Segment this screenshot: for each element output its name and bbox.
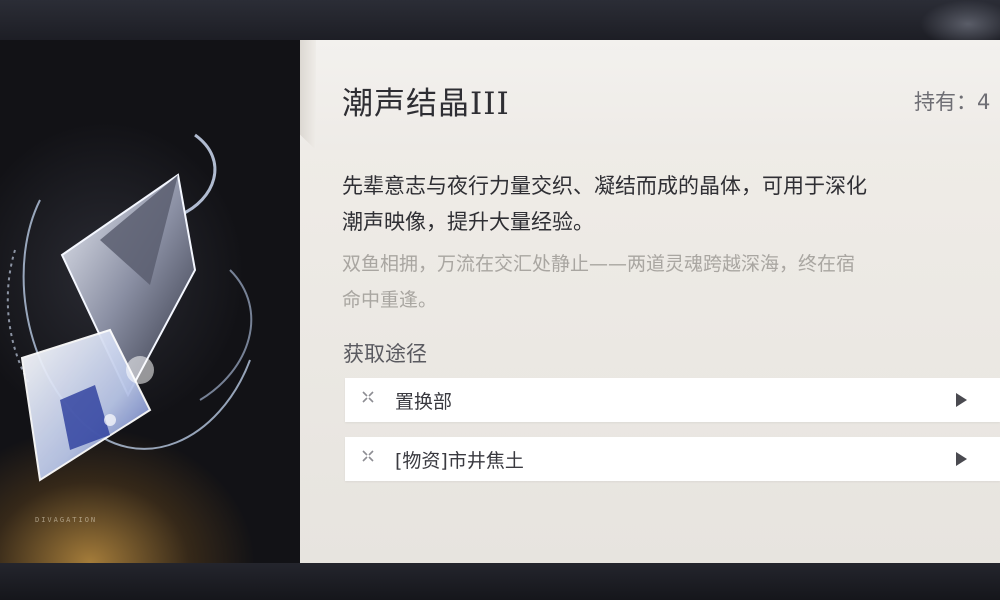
item-artwork: DIVAGATION xyxy=(0,40,300,563)
acquire-route-row[interactable]: [物资]市井焦土 xyxy=(345,437,1000,481)
acquire-route-label: 置换部 xyxy=(395,391,453,413)
flavor-line: 双鱼相拥，万流在交汇处静止——两道灵魂跨越深海，终在宿 xyxy=(342,253,856,275)
description-line: 潮声映像，提升大量经验。 xyxy=(342,210,594,234)
item-title: 潮声结晶III xyxy=(342,86,510,122)
panel-notch xyxy=(300,40,316,150)
top-right-glyph xyxy=(920,0,1000,40)
top-backdrop xyxy=(0,0,1000,40)
flavor-line: 命中重逢。 xyxy=(342,289,438,311)
source-marker-icon xyxy=(362,391,374,403)
art-logo-text: DIVAGATION xyxy=(35,516,98,524)
play-arrow-icon[interactable] xyxy=(956,393,967,407)
description-line: 先辈意志与夜行力量交织、凝结而成的晶体，可用于深化 xyxy=(342,174,867,198)
owned-count: 持有：4 xyxy=(914,90,991,114)
item-flavor-text: 双鱼相拥，万流在交汇处静止——两道灵魂跨越深海，终在宿 命中重逢。 xyxy=(342,246,1000,318)
item-description: 先辈意志与夜行力量交织、凝结而成的晶体，可用于深化 潮声映像，提升大量经验。 xyxy=(342,168,1000,240)
bottom-backdrop xyxy=(0,563,1000,600)
crystal-illustration xyxy=(6,133,253,482)
acquire-route-row[interactable]: 置换部 xyxy=(345,378,1000,422)
acquire-heading: 获取途径 xyxy=(343,342,427,366)
source-marker-icon xyxy=(362,450,374,462)
play-arrow-icon[interactable] xyxy=(956,452,967,466)
acquire-route-label: [物资]市井焦土 xyxy=(395,450,524,472)
